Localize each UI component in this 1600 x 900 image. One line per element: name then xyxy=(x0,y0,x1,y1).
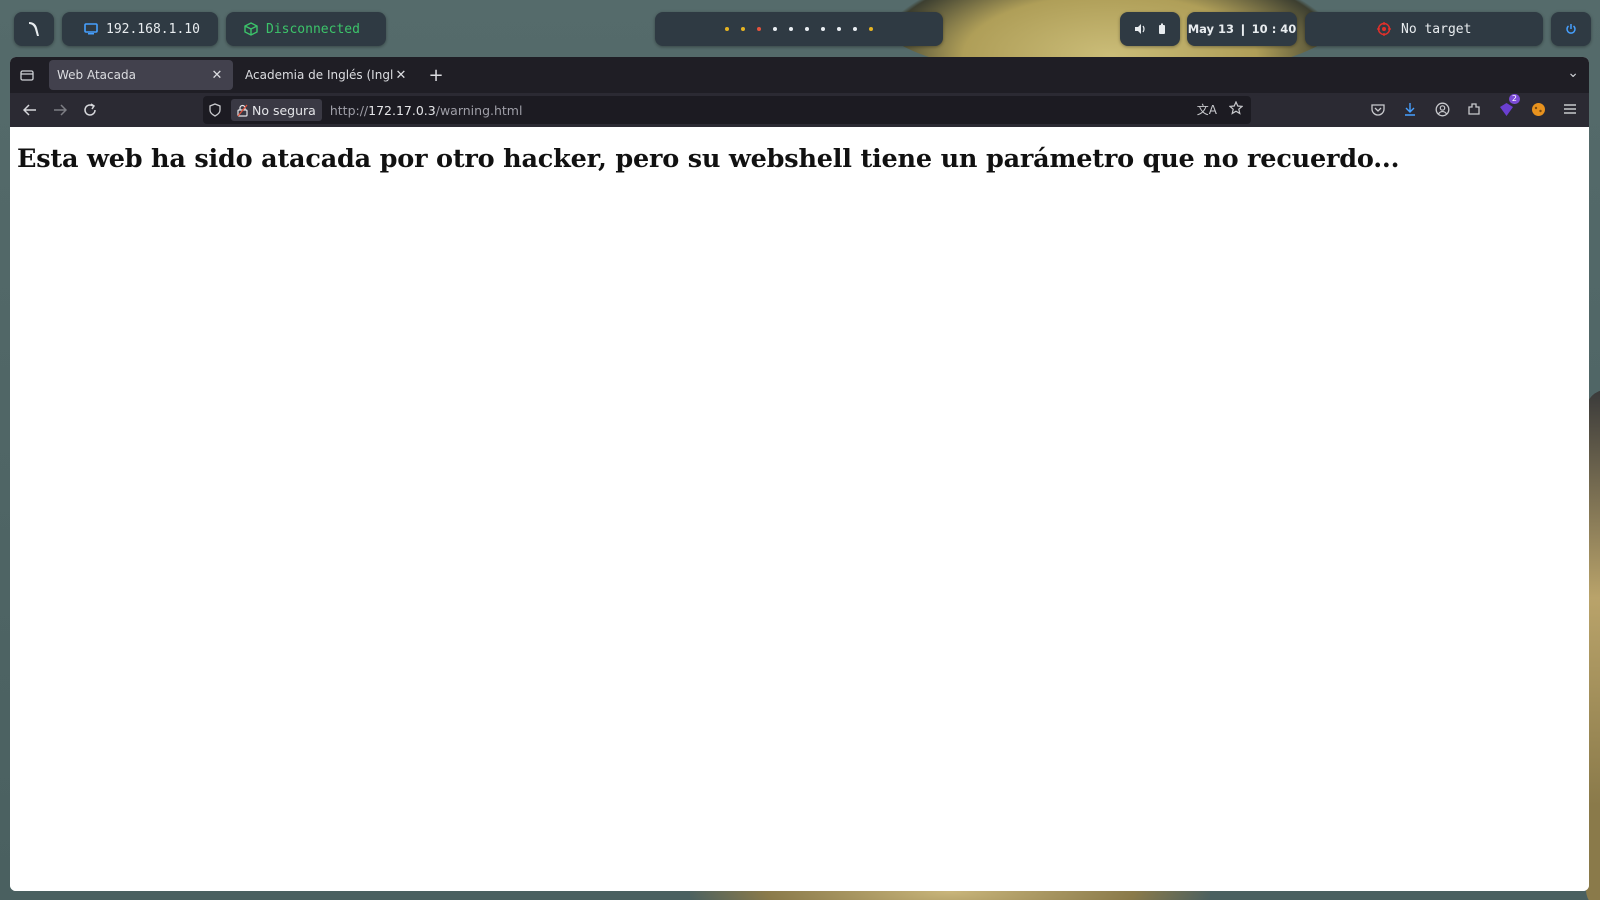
back-button[interactable] xyxy=(15,95,45,125)
system-tray[interactable] xyxy=(1120,12,1180,46)
pocket-icon[interactable] xyxy=(1369,100,1387,118)
workspace-dot[interactable] xyxy=(773,27,777,31)
workspace-dot[interactable] xyxy=(869,27,873,31)
url-path: /warning.html xyxy=(435,102,523,118)
close-tab-icon[interactable]: ✕ xyxy=(393,68,409,83)
workspace-dot[interactable] xyxy=(741,27,745,31)
ip-widget[interactable]: 192.168.1.10 xyxy=(62,12,218,46)
workspace-dot[interactable] xyxy=(821,27,825,31)
hamburger-menu-icon[interactable] xyxy=(1561,100,1579,118)
extension-badge-icon[interactable]: 2 xyxy=(1497,94,1520,118)
workspace-dot[interactable] xyxy=(789,27,793,31)
reload-button[interactable] xyxy=(75,95,105,125)
workspace-dot[interactable] xyxy=(757,27,761,31)
browser-window: Web Atacada ✕ Academia de Inglés (Inglis… xyxy=(10,57,1589,891)
monitor-icon xyxy=(84,23,98,35)
url-bar[interactable]: No segura http://172.17.0.3/warning.html… xyxy=(203,96,1251,124)
reload-icon xyxy=(84,103,96,116)
chevron-down-icon[interactable]: ⌄ xyxy=(1567,65,1579,81)
forward-button[interactable] xyxy=(45,95,75,125)
arrow-right-icon xyxy=(54,104,67,116)
target-widget[interactable]: No target xyxy=(1305,12,1543,46)
datetime: May 13 ❙ 10 : 40 xyxy=(1187,22,1297,36)
tab-academia[interactable]: Academia de Inglés (Inglis A ✕ xyxy=(237,60,417,90)
translate-icon[interactable]: 文A xyxy=(1197,101,1217,118)
clock-widget[interactable]: May 13 ❙ 10 : 40 xyxy=(1187,12,1297,46)
battery-icon[interactable] xyxy=(1158,23,1166,35)
arrow-left-icon xyxy=(23,104,36,116)
toolbar-right: 2 xyxy=(1369,94,1579,118)
target-status: No target xyxy=(1401,21,1472,37)
security-label: No segura xyxy=(252,102,316,118)
page-content: Esta web ha sido atacada por otro hacker… xyxy=(10,127,1589,891)
connection-security-button[interactable]: No segura xyxy=(231,99,322,121)
account-icon[interactable] xyxy=(1433,100,1451,118)
download-icon[interactable] xyxy=(1401,100,1419,118)
cube-icon xyxy=(244,22,258,36)
workspace-switcher[interactable] xyxy=(655,12,943,46)
workspace-dot[interactable] xyxy=(805,27,809,31)
page-heading: Esta web ha sido atacada por otro hacker… xyxy=(17,144,1400,174)
kali-dragon-icon xyxy=(29,22,39,36)
bookmark-star-icon[interactable] xyxy=(1229,101,1243,115)
insecure-lock-icon xyxy=(237,104,248,117)
url-text[interactable]: http://172.17.0.3/warning.html xyxy=(330,103,523,118)
launcher-button[interactable] xyxy=(14,12,54,46)
extension-badge-count: 2 xyxy=(1508,94,1520,104)
tab-label: Academia de Inglés (Inglis A xyxy=(245,68,393,82)
close-tab-icon[interactable]: ✕ xyxy=(209,68,225,83)
desktop-topbar: 192.168.1.10 Disconnected May 13 ❙ 10 : … xyxy=(0,0,1600,56)
new-tab-button[interactable]: + xyxy=(425,65,447,86)
url-host: 172.17.0.3 xyxy=(368,102,436,118)
workspace-dot[interactable] xyxy=(853,27,857,31)
ip-address: 192.168.1.10 xyxy=(106,21,200,37)
power-button[interactable] xyxy=(1551,12,1591,46)
extensions-icon[interactable] xyxy=(1465,100,1483,118)
vpn-widget[interactable]: Disconnected xyxy=(226,12,386,46)
tab-list-icon xyxy=(20,70,34,81)
tab-web-atacada[interactable]: Web Atacada ✕ xyxy=(49,60,233,90)
target-icon xyxy=(1377,22,1391,36)
shield-icon[interactable] xyxy=(209,103,227,117)
vpn-status: Disconnected xyxy=(266,21,360,37)
workspace-dot[interactable] xyxy=(725,27,729,31)
workspace-dot[interactable] xyxy=(837,27,841,31)
power-icon xyxy=(1566,24,1576,34)
tab-label: Web Atacada xyxy=(57,68,136,82)
url-scheme: http:// xyxy=(329,102,369,118)
tab-strip: Web Atacada ✕ Academia de Inglés (Inglis… xyxy=(10,57,1589,93)
navigation-bar: No segura http://172.17.0.3/warning.html… xyxy=(10,93,1589,127)
cookie-extension-icon[interactable] xyxy=(1529,100,1547,118)
volume-icon[interactable] xyxy=(1134,23,1146,35)
tab-list-button[interactable] xyxy=(10,57,44,93)
